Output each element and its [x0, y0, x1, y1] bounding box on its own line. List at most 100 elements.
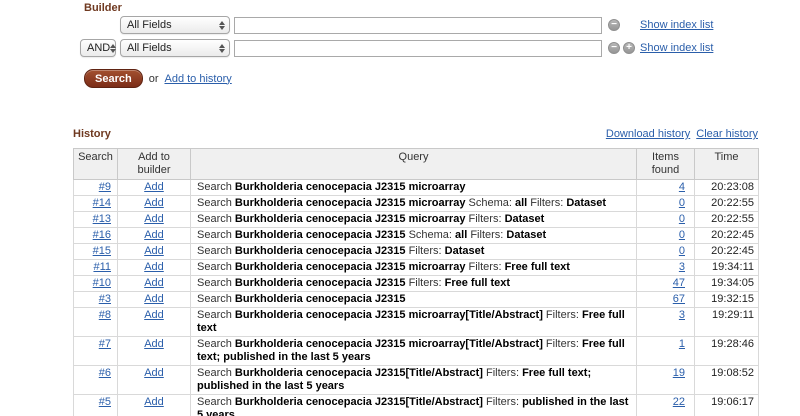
col-header-items-found: Items found [636, 148, 695, 180]
table-row: #14 Add Search Burkholderia cenocepacia J2… [73, 195, 759, 212]
time-cell: 19:08:52 [694, 365, 759, 395]
add-to-builder-link[interactable]: Add [144, 245, 164, 257]
time-cell: 19:06:17 [694, 394, 759, 416]
query-cell: Search Burkholderia cenocepacia J2315 [190, 291, 637, 308]
show-index-list-link[interactable]: Show index list [640, 19, 713, 31]
items-found-link[interactable]: 0 [679, 197, 685, 209]
search-number-link[interactable]: #3 [99, 293, 111, 305]
time-cell: 19:28:46 [694, 336, 759, 366]
col-header-query: Query [190, 148, 637, 180]
search-number-link[interactable]: #10 [93, 277, 111, 289]
table-row: #10 Add Search Burkholderia cenocepacia J2… [73, 275, 759, 292]
query-cell: Search Burkholderia cenocepacia J2315[Ti… [190, 365, 637, 395]
search-number-link[interactable]: #8 [99, 309, 111, 321]
search-term-input[interactable] [234, 16, 602, 34]
query-cell: Search Burkholderia cenocepacia J2315[Ti… [190, 394, 637, 416]
or-text: or [148, 72, 159, 85]
show-index-list-link[interactable]: Show index list [640, 42, 713, 54]
add-to-builder-link[interactable]: Add [144, 181, 164, 193]
query-cell: Search Burkholderia cenocepacia J2315 Fi… [190, 243, 637, 260]
query-cell: Search Burkholderia cenocepacia J2315 mi… [190, 211, 637, 228]
col-header-add-to-builder: Add to builder [117, 148, 191, 180]
add-to-builder-link[interactable]: Add [144, 197, 164, 209]
search-number-link[interactable]: #14 [93, 197, 111, 209]
add-to-builder-link[interactable]: Add [144, 293, 164, 305]
table-row: #11 Add Search Burkholderia cenocepacia J2… [73, 259, 759, 276]
items-found-link[interactable]: 47 [673, 277, 685, 289]
query-cell: Search Burkholderia cenocepacia J2315 Fi… [190, 275, 637, 292]
query-cell: Search Burkholderia cenocepacia J2315 mi… [190, 179, 637, 196]
field-select[interactable]: All Fields [120, 39, 230, 57]
items-found-link[interactable]: 0 [679, 213, 685, 225]
items-found-link[interactable]: 0 [679, 245, 685, 257]
time-cell: 20:23:08 [694, 179, 759, 196]
table-row: #8 Add Search Burkholderia cenocepacia J23… [73, 307, 759, 337]
history-table: Search Add to builder Query Items found … [73, 148, 759, 416]
items-found-link[interactable]: 67 [673, 293, 685, 305]
items-found-link[interactable]: 3 [679, 309, 685, 321]
remove-row-button[interactable]: − [608, 42, 620, 54]
time-cell: 19:34:05 [694, 275, 759, 292]
time-cell: 20:22:45 [694, 227, 759, 244]
search-number-link[interactable]: #15 [93, 245, 111, 257]
table-row: #5 Add Search Burkholderia cenocepacia J23… [73, 394, 759, 416]
col-header-time: Time [694, 148, 759, 180]
items-found-link[interactable]: 0 [679, 229, 685, 241]
col-header-search: Search [73, 148, 118, 180]
search-number-link[interactable]: #13 [93, 213, 111, 225]
add-to-builder-link[interactable]: Add [144, 213, 164, 225]
time-cell: 20:22:45 [694, 243, 759, 260]
query-cell: Search Burkholderia cenocepacia J2315 Sc… [190, 227, 637, 244]
search-number-link[interactable]: #9 [99, 181, 111, 193]
boolean-select[interactable]: AND [80, 39, 117, 57]
query-cell: Search Burkholderia cenocepacia J2315 mi… [190, 259, 637, 276]
field-select[interactable]: All Fields [120, 16, 230, 34]
search-number-link[interactable]: #7 [99, 338, 111, 350]
builder-row: AND All Fields − + Show index list [80, 39, 713, 57]
search-number-link[interactable]: #6 [99, 367, 111, 379]
time-cell: 20:22:55 [694, 211, 759, 228]
query-cell: Search Burkholderia cenocepacia J2315 mi… [190, 336, 637, 366]
select-stepper-icon [219, 43, 225, 53]
search-term-input[interactable] [234, 39, 602, 57]
search-number-link[interactable]: #11 [93, 261, 111, 273]
items-found-link[interactable]: 1 [679, 338, 685, 350]
builder-row: All Fields − Show index list [80, 16, 713, 34]
query-cell: Search Burkholderia cenocepacia J2315 mi… [190, 307, 637, 337]
history-heading: History [73, 128, 111, 140]
table-row: #9 Add Search Burkholderia cenocepacia J23… [73, 179, 759, 196]
table-header-row: Search Add to builder Query Items found … [73, 148, 759, 180]
table-row: #16 Add Search Burkholderia cenocepacia J2… [73, 227, 759, 244]
items-found-link[interactable]: 3 [679, 261, 685, 273]
add-to-builder-link[interactable]: Add [144, 396, 164, 408]
search-number-link[interactable]: #5 [99, 396, 111, 408]
add-to-builder-link[interactable]: Add [144, 229, 164, 241]
items-found-link[interactable]: 19 [673, 367, 685, 379]
add-to-builder-link[interactable]: Add [144, 367, 164, 379]
download-history-link[interactable]: Download history [606, 128, 690, 140]
search-button[interactable]: Search [84, 69, 143, 88]
add-to-history-link[interactable]: Add to history [164, 73, 231, 85]
remove-row-button[interactable]: − [608, 19, 620, 31]
items-found-link[interactable]: 4 [679, 181, 685, 193]
boolean-select-label: AND [87, 42, 111, 54]
search-number-link[interactable]: #16 [93, 229, 111, 241]
add-to-builder-link[interactable]: Add [144, 277, 164, 289]
history-header: History Download history Clear history [73, 128, 758, 140]
table-row: #7 Add Search Burkholderia cenocepacia J23… [73, 336, 759, 366]
items-found-link[interactable]: 22 [673, 396, 685, 408]
advanced-search-page: Builder All Fields − Show index list AND All… [0, 0, 800, 416]
add-row-button[interactable]: + [623, 42, 635, 54]
select-stepper-icon [219, 20, 225, 30]
clear-history-link[interactable]: Clear history [696, 128, 758, 140]
history-links: Download history Clear history [606, 128, 758, 140]
table-row: #3 Add Search Burkholderia cenocepacia J23… [73, 291, 759, 308]
add-to-builder-link[interactable]: Add [144, 338, 164, 350]
builder-rows: All Fields − Show index list AND All Fields −… [80, 16, 713, 62]
builder-heading: Builder [84, 2, 122, 14]
field-select-label: All Fields [127, 42, 172, 54]
add-to-builder-link[interactable]: Add [144, 261, 164, 273]
table-row: #6 Add Search Burkholderia cenocepacia J23… [73, 365, 759, 395]
select-stepper-icon [110, 43, 117, 53]
add-to-builder-link[interactable]: Add [144, 309, 164, 321]
